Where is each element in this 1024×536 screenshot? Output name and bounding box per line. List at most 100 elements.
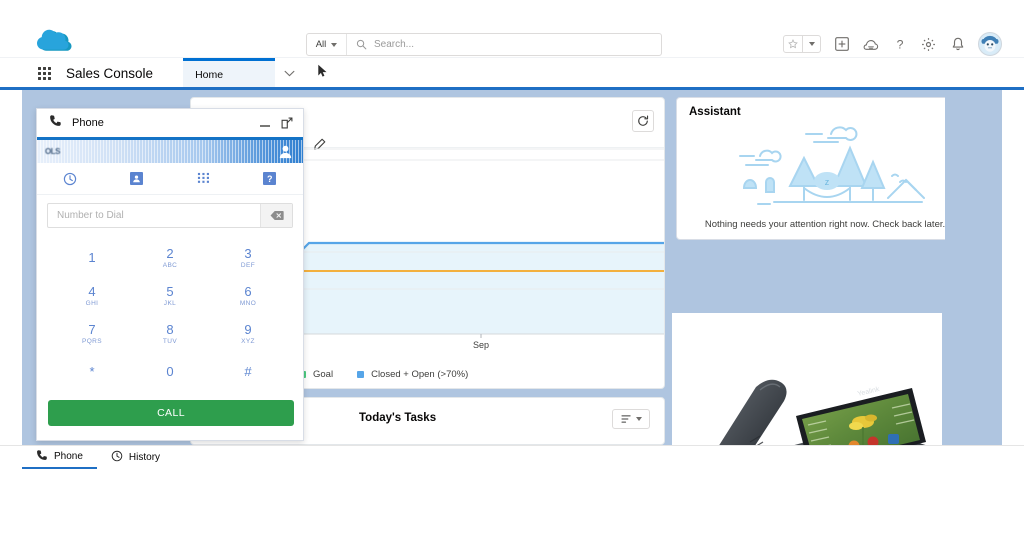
number-to-dial-field[interactable]: Number to Dial (47, 203, 293, 228)
dialpad-key[interactable]: 3 DEF (209, 240, 287, 275)
dialpad-key-digit: 4 (88, 283, 96, 299)
keypad-grid-icon (197, 172, 209, 183)
tab-home[interactable]: Home (183, 58, 276, 88)
search-scope-selector[interactable]: All (307, 34, 347, 55)
dialpad-key-letters: PQRS (81, 337, 103, 345)
search-icon (356, 39, 367, 50)
sort-list-icon (620, 415, 631, 423)
dialer-header: Phone (37, 109, 303, 137)
question-mark-icon: ? (263, 172, 277, 185)
svg-text:z: z (825, 177, 830, 187)
svg-text:Yealink: Yealink (857, 386, 881, 398)
dialpad-key-letters: ABC (162, 261, 178, 269)
chevron-down-icon (331, 42, 338, 47)
clock-icon (64, 172, 77, 185)
settings-gear-icon[interactable] (920, 36, 937, 53)
number-to-dial-placeholder[interactable]: Number to Dial (48, 204, 260, 227)
dialpad-key-digit: * (89, 364, 95, 379)
search-placeholder: Search... (374, 39, 415, 50)
minimize-icon[interactable] (259, 116, 271, 134)
contacts-tab[interactable] (104, 163, 171, 194)
favorites-dropdown-icon[interactable] (802, 36, 820, 52)
dialpad-key-letters: XYZ (241, 337, 255, 345)
dialer-tab-bar: ? (37, 163, 303, 195)
setup-cloud-icon[interactable] (862, 36, 879, 53)
dialpad-key-digit: 6 (244, 283, 252, 299)
dialpad-key-letters: TUV (162, 337, 178, 345)
utility-item-label: History (128, 452, 161, 463)
utility-item-history[interactable]: History (97, 446, 174, 469)
dialpad-key-digit: 0 (166, 364, 174, 379)
tasks-sort-button[interactable] (612, 409, 650, 429)
dialpad-key-letters: GHI (85, 299, 99, 307)
user-avatar[interactable] (978, 32, 1002, 56)
assistant-card: Assistant z Nothing needs your attention… (676, 97, 974, 240)
dialer-brand-banner: OLS (37, 137, 303, 163)
dialpad-key-digit: 3 (244, 245, 252, 261)
dialpad-key-digit: 5 (166, 283, 174, 299)
tab-home-label: Home (195, 68, 224, 81)
help-icon[interactable]: ? (891, 36, 908, 53)
dialpad-key[interactable]: 4 GHI (53, 278, 131, 313)
chevron-down-icon (635, 417, 642, 421)
dialpad-key[interactable]: 7 PQRS (53, 316, 131, 351)
add-icon[interactable] (833, 36, 850, 53)
legend-item[interactable]: Goal (299, 369, 333, 380)
utility-item-label: Phone (54, 451, 83, 462)
phone-handset-icon (49, 114, 62, 132)
phone-handset-icon (36, 449, 48, 464)
dialpad-key[interactable]: 5 JKL (131, 278, 209, 313)
app-root: All Search... ? Sales Console Home Sep G… (0, 0, 1024, 536)
todays-tasks-title: Today's Tasks (359, 412, 437, 424)
dialpad-key-letters: JKL (163, 299, 177, 307)
refresh-icon[interactable] (632, 110, 654, 132)
favorites-control[interactable] (783, 35, 821, 53)
legend-swatch (357, 370, 365, 378)
dialpad-key[interactable]: 2 ABC (131, 240, 209, 275)
pop-out-icon[interactable] (281, 116, 293, 134)
backspace-icon[interactable] (260, 204, 292, 227)
call-button[interactable]: CALL (48, 400, 294, 426)
global-header: All Search... ? (0, 0, 1024, 58)
dialpad-key-digit: 1 (88, 250, 96, 265)
global-search[interactable]: All Search... (306, 33, 662, 56)
utility-item-phone[interactable]: Phone (22, 446, 97, 469)
person-icon[interactable] (278, 144, 293, 164)
history-tab[interactable] (37, 163, 104, 194)
help-tab[interactable]: ? (237, 163, 304, 194)
dialer-brand-logo: OLS (45, 147, 60, 156)
dialpad-key[interactable]: 8 TUV (131, 316, 209, 351)
dialpad-key[interactable]: # (209, 354, 287, 389)
assistant-empty-message: Nothing needs your attention right now. … (704, 219, 946, 230)
dialpad-key-digit: 2 (166, 245, 174, 261)
clock-icon (111, 450, 123, 465)
dialpad-key[interactable]: * (53, 354, 131, 389)
assistant-title: Assistant (689, 106, 741, 118)
chevron-down-icon[interactable] (275, 58, 303, 88)
dialpad-key-digit: 8 (166, 321, 174, 337)
address-book-icon (130, 172, 144, 185)
header-icon-group: ? (783, 31, 1002, 57)
dialpad-key-digit: 9 (244, 321, 252, 337)
notifications-bell-icon[interactable] (949, 36, 966, 53)
utility-bar: Phone History (0, 445, 1024, 536)
legend-item[interactable]: Closed + Open (>70%) (357, 369, 468, 380)
salesforce-cloud-icon[interactable] (36, 27, 80, 51)
favorites-star-icon[interactable] (784, 36, 802, 52)
dialpad-key[interactable]: 1 (53, 240, 131, 275)
softphone-dialer-panel: Phone OLS ? Number to Dial 1 2 ABC 3 DEF… (36, 108, 304, 441)
dialpad-key-digit: 7 (88, 321, 96, 337)
app-launcher-icon[interactable] (38, 66, 51, 80)
legend-label: Goal (313, 368, 334, 380)
search-scope-label: All (315, 39, 327, 50)
dialpad-key[interactable]: 9 XYZ (209, 316, 287, 351)
dialpad-keypad: 1 2 ABC 3 DEF 4 GHI 5 JKL 6 MNO 7 PQRS 8… (53, 240, 287, 389)
search-input[interactable]: Search... (347, 34, 661, 55)
dialer-title: Phone (72, 117, 104, 129)
legend-label: Closed + Open (>70%) (371, 368, 469, 380)
dialpad-key[interactable]: 6 MNO (209, 278, 287, 313)
dialpad-key[interactable]: 0 (131, 354, 209, 389)
app-navigation-bar: Sales Console Home (0, 58, 1024, 88)
keypad-tab[interactable] (170, 163, 237, 194)
hammock-trees-illustration: z (710, 124, 940, 213)
